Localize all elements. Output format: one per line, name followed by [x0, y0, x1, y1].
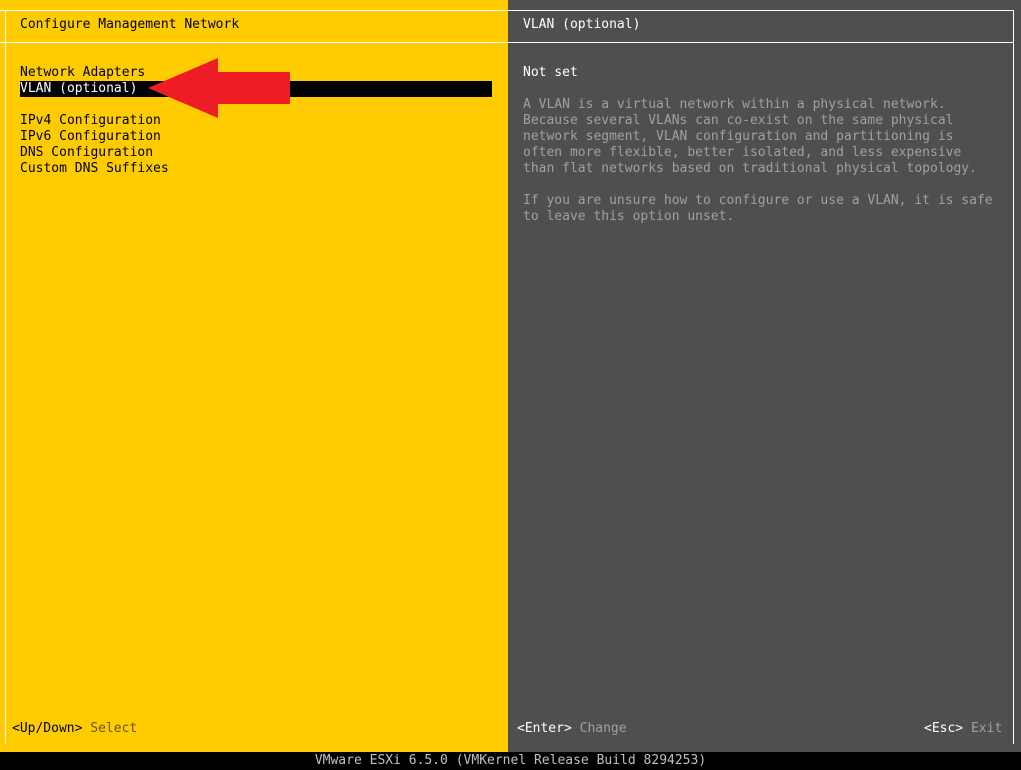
red-arrow-icon [148, 58, 290, 118]
status-bar: VMware ESXi 6.5.0 (VMKernel Release Buil… [0, 752, 1021, 770]
menu-item-network-adapters[interactable]: Network Adapters [20, 65, 145, 81]
vlan-value: Not set [523, 65, 578, 80]
menu-item-ipv4-configuration[interactable]: IPv4 Configuration [20, 113, 161, 129]
detail-pane: VLAN (optional) Not set A VLAN is a virt… [508, 0, 1021, 752]
right-frame-top [508, 10, 1014, 11]
menu-item-dns-configuration[interactable]: DNS Configuration [20, 145, 153, 161]
select-action-label: Select [90, 721, 138, 736]
page-title: Configure Management Network [20, 17, 240, 32]
exit-action-label: Exit [970, 721, 1003, 736]
exit-hint: <Esc> Exit [924, 721, 1002, 737]
right-frame-bottom [508, 42, 1014, 43]
detail-title: VLAN (optional) [523, 17, 641, 32]
select-hint: <Up/Down> Select [12, 721, 137, 737]
esc-key-label: <Esc> [924, 721, 964, 736]
enter-key-label: <Enter> [517, 721, 572, 736]
right-frame-right [1013, 10, 1014, 744]
menu-item-custom-dns-suffixes[interactable]: Custom DNS Suffixes [20, 161, 169, 177]
left-frame-bottom [0, 42, 508, 43]
vlan-advice: If you are unsure how to configure or us… [523, 193, 993, 224]
left-frame-left [5, 10, 6, 744]
esxi-dcui-screen: Configure Management Network Network Ada… [0, 0, 1021, 770]
up-down-key-label: <Up/Down> [12, 721, 83, 736]
change-hint: <Enter> Change [517, 721, 627, 737]
left-frame-top [0, 10, 508, 11]
vlan-description: A VLAN is a virtual network within a phy… [523, 97, 977, 176]
change-action-label: Change [579, 721, 627, 736]
menu-item-ipv6-configuration[interactable]: IPv6 Configuration [20, 129, 161, 145]
